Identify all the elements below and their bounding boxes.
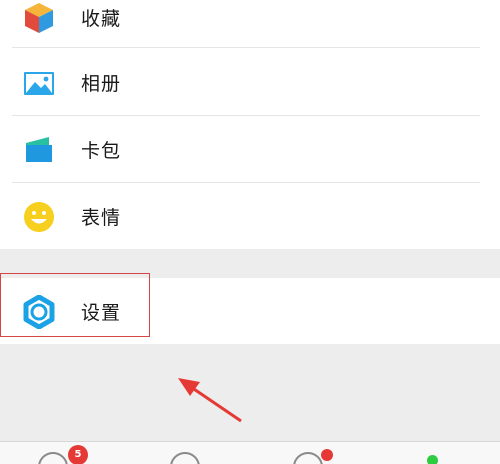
- favorites-cube-icon: [22, 1, 56, 35]
- card-wallet-icon: [22, 133, 56, 167]
- tab-contacts-icon[interactable]: [170, 452, 200, 464]
- divider: [12, 47, 480, 48]
- bottom-tab-bar: 5: [0, 441, 500, 464]
- menu-item-stickers[interactable]: 表情: [0, 183, 500, 250]
- menu-item-label: 卡包: [81, 140, 122, 162]
- menu-item-favorites[interactable]: 收藏: [0, 0, 500, 51]
- unread-badge: 5: [68, 445, 88, 464]
- menu-item-album[interactable]: 相册: [0, 49, 500, 116]
- notification-dot: [321, 449, 333, 461]
- pointer-arrow-icon: [178, 378, 242, 423]
- menu-item-label: 收藏: [81, 8, 122, 30]
- smiley-face-icon: [22, 200, 56, 234]
- menu-item-label: 表情: [81, 207, 122, 229]
- tab-chats-icon[interactable]: [38, 452, 68, 464]
- album-picture-icon: [22, 66, 56, 100]
- settings-highlight-box: [0, 273, 150, 337]
- menu-group-top: 收藏 相册 卡包 表情: [0, 0, 500, 249]
- menu-item-label: 相册: [81, 73, 122, 95]
- menu-item-card-wallet[interactable]: 卡包: [0, 116, 500, 183]
- tab-discover-icon[interactable]: [293, 452, 323, 464]
